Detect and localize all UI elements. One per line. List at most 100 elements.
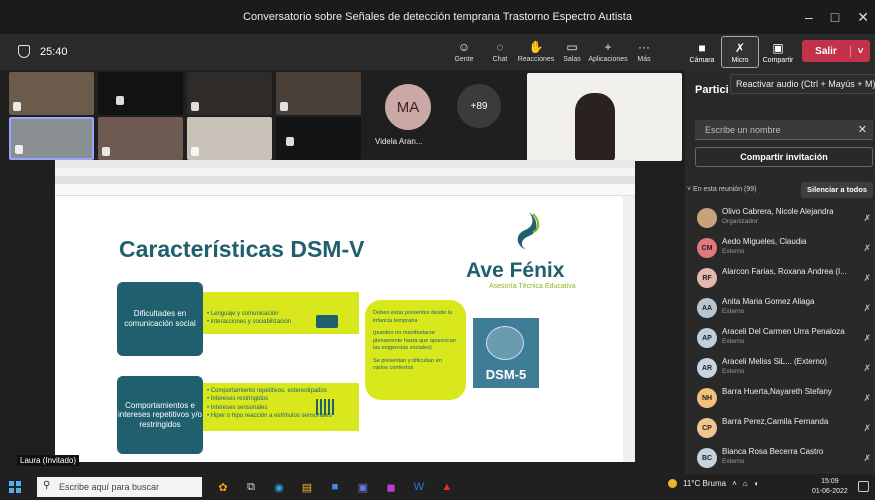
taskbar: ⚲ Escribe aquí para buscar ✿ ⧉ ◉ ▤ ■ ▣ ◼… (0, 474, 875, 500)
chat-button[interactable]: ◌ Chat (482, 36, 518, 68)
participant-role: Organizador (722, 218, 758, 225)
apps-button[interactable]: + Aplicaciones (588, 36, 628, 68)
system-tray: 11°C Bruma ˄ ⌂ ◖ (668, 479, 758, 488)
avatar (697, 208, 717, 228)
mic-off-icon[interactable]: ✗ (863, 393, 871, 404)
participant-name: Bianca Rosa Becerra Castro (722, 447, 824, 456)
participant-name: Videla Aran... (375, 137, 423, 146)
mic-off-icon[interactable]: ✗ (863, 303, 871, 314)
mic-off-icon: ✗ (734, 40, 746, 55)
edge-icon[interactable]: ◉ (268, 477, 290, 497)
shared-screen[interactable]: Características DSM-V Ave Fénix Asesoría… (55, 160, 635, 462)
windows-start-icon[interactable] (9, 481, 21, 493)
mic-off-icon[interactable]: ✗ (863, 333, 871, 344)
video-tile[interactable] (276, 72, 361, 115)
chevron-up-icon[interactable]: ˄ (732, 479, 737, 488)
participant-row[interactable]: NH Barra Huerta,Nayareth Stefany ✗ (685, 383, 875, 413)
chat-icon: ◌ (496, 40, 504, 54)
task-view-icon[interactable]: ⧉ (240, 477, 262, 497)
avatar: BC (697, 448, 717, 468)
panel-title: Partici (695, 84, 729, 96)
apps-label: Aplicaciones (588, 56, 628, 63)
weather-text[interactable]: 11°C Bruma (683, 479, 726, 488)
mute-all-button[interactable]: Silenciar a todos (801, 182, 873, 198)
box2-item: • Comportamiento repetitivos, estereotip… (207, 388, 327, 394)
people-button[interactable]: ☺ Gente (446, 36, 482, 68)
video-tile[interactable] (98, 72, 183, 115)
volume-icon[interactable]: ◖ (754, 479, 759, 488)
mic-off-icon[interactable]: ✗ (863, 273, 871, 284)
minimize-button[interactable]: – (805, 9, 813, 25)
barcode-icon (316, 399, 336, 415)
network-icon[interactable]: ⌂ (743, 479, 748, 488)
participant-name: Anita Maria Gomez Aliaga (722, 297, 815, 306)
leave-button[interactable]: Salir ˅ (802, 40, 870, 62)
share-invite-button[interactable]: Compartir invitación (695, 147, 873, 167)
participant-role: Externo (722, 308, 745, 315)
video-tile-active[interactable] (9, 117, 94, 160)
taskbar-search-placeholder: Escribe aquí para buscar (59, 482, 160, 492)
participant-name: Olivo Cabrera, Nicole Alejandra (722, 207, 834, 216)
video-tile[interactable] (98, 117, 183, 160)
pdf-icon[interactable]: ▲ (436, 477, 458, 497)
word-icon[interactable]: W (408, 477, 430, 497)
mic-off-icon[interactable]: ✗ (863, 423, 871, 434)
participant-row[interactable]: AP Araceli Del Carmen Urra Penaloza Extern… (685, 323, 875, 353)
seal-icon (486, 326, 524, 360)
reactions-button[interactable]: ✋ Reacciones (518, 36, 555, 68)
slide-title: Características DSM-V (119, 236, 365, 262)
participant-row[interactable]: AA Anita Maria Gomez Aliaga Externo ✗ (685, 293, 875, 323)
mic-off-icon[interactable]: ✗ (863, 243, 871, 254)
dsm5-label: DSM-5 (485, 367, 527, 382)
shield-icon (18, 45, 30, 58)
video-tile[interactable] (187, 72, 272, 115)
participant-row[interactable]: CP Barra Perez,Camila Fernanda ✗ (685, 413, 875, 443)
video-tile-speaker[interactable] (527, 73, 682, 161)
participant-row[interactable]: AR Araceli Meliss SiL... (Externo) Externo… (685, 353, 875, 383)
maximize-button[interactable]: □ (831, 9, 839, 25)
participant-row[interactable]: CM Aedo Migueles, Claudia Externo ✗ (685, 233, 875, 263)
mic-tooltip: Reactivar audio (Ctrl + Mayús + M) (730, 74, 875, 94)
mic-off-icon[interactable]: ✗ (863, 213, 871, 224)
more-label: Más (637, 56, 651, 63)
chevron-down-icon[interactable]: ˅ (850, 45, 870, 57)
video-tile[interactable] (276, 117, 361, 160)
powerpoint-icon[interactable]: ◼ (380, 477, 402, 497)
video-tile[interactable] (9, 72, 94, 115)
teams-icon[interactable]: ▣ (352, 477, 374, 497)
more-button[interactable]: ··· Más (626, 36, 662, 68)
participant-role: Externo (722, 338, 745, 345)
avatar[interactable]: MA (385, 84, 431, 130)
participant-row[interactable]: Olivo Cabrera, Nicole Alejandra Organizad… (685, 203, 875, 233)
participant-role: Externo (722, 458, 745, 465)
mic-button[interactable]: ✗ Micro (721, 36, 759, 68)
avatar: CM (697, 238, 717, 258)
avatar: AR (697, 358, 717, 378)
more-icon: ··· (638, 40, 650, 54)
store-icon[interactable]: ■ (324, 477, 346, 497)
mic-off-icon[interactable]: ✗ (863, 453, 871, 464)
avatar: CP (697, 418, 717, 438)
video-tile[interactable] (187, 117, 272, 160)
files-icon[interactable]: ▤ (296, 477, 318, 497)
participant-row[interactable]: BC Bianca Rosa Becerra Castro Externo ✗ (685, 443, 875, 473)
search-input[interactable]: Escribe un nombre ✕ (695, 120, 873, 140)
notifications-icon[interactable] (858, 481, 869, 492)
close-icon[interactable]: ✕ (858, 123, 867, 136)
widget-icon[interactable]: ✿ (212, 477, 234, 497)
camera-button[interactable]: ■ Cámara (683, 36, 721, 68)
rooms-button[interactable]: ▭ Salas (554, 36, 590, 68)
rooms-label: Salas (563, 56, 581, 63)
taskbar-search-input[interactable]: ⚲ Escribe aquí para buscar (37, 477, 202, 497)
clock[interactable]: 15:09 01-06-2022 (812, 477, 848, 497)
more-participants-button[interactable]: +89 (457, 84, 501, 128)
participant-name: Barra Huerta,Nayareth Stefany (722, 387, 832, 396)
close-button[interactable]: ✕ (857, 9, 869, 26)
mic-icon (116, 96, 124, 105)
participant-row[interactable]: RF Alarcon Farias, Roxana Andrea (I... ✗ (685, 263, 875, 293)
mic-off-icon[interactable]: ✗ (863, 363, 871, 374)
participant-role: Externo (722, 368, 745, 375)
share-button[interactable]: ▣ Compartir (759, 36, 797, 68)
browser-menu (55, 168, 635, 176)
logo-subtitle: Asesoría Técnica Educativa (489, 283, 576, 290)
